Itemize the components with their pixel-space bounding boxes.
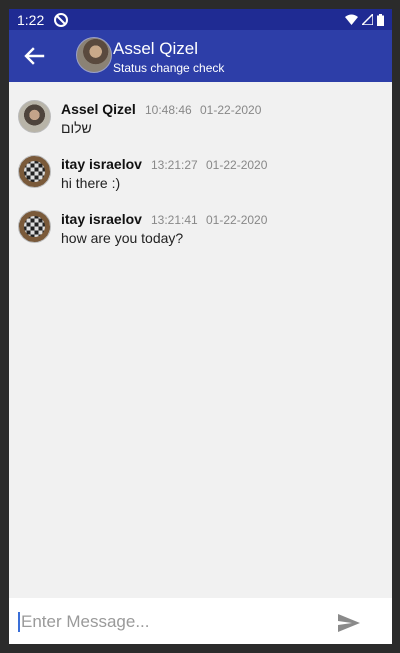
app-bar: Assel Qizel Status change check: [9, 30, 392, 82]
message-text: hi there :): [61, 175, 121, 191]
message-item: itay israelov 13:21:27 01-22-2020 hi the…: [9, 154, 392, 194]
message-item: itay israelov 13:21:41 01-22-2020 how ar…: [9, 209, 392, 249]
send-icon[interactable]: [338, 614, 360, 632]
sender-name: Assel Qizel: [61, 101, 136, 117]
status-icons: [345, 13, 384, 26]
sender-name: itay israelov: [61, 211, 142, 227]
back-arrow-icon[interactable]: [21, 44, 47, 68]
message-time: 13:21:41: [151, 213, 198, 227]
message-date: 01-22-2020: [206, 213, 268, 227]
wifi-icon: [345, 14, 358, 25]
message-item: Assel Qizel 10:48:46 01-22-2020 שלום: [9, 99, 392, 139]
message-time: 13:21:27: [151, 158, 198, 172]
sender-avatar: [18, 210, 51, 243]
phone-screen: 1:22 Assel Qizel Status change check Ass…: [9, 9, 392, 644]
message-time: 10:48:46: [145, 103, 192, 117]
message-text: שלום: [61, 120, 92, 136]
battery-icon: [377, 13, 384, 26]
contact-name[interactable]: Assel Qizel: [113, 39, 198, 59]
status-bar: 1:22: [9, 9, 392, 30]
message-composer: [9, 598, 392, 644]
contact-status: Status change check: [113, 61, 225, 75]
message-date: 01-22-2020: [206, 158, 268, 172]
message-input[interactable]: [19, 608, 323, 636]
status-time: 1:22: [17, 11, 45, 28]
sender-avatar: [18, 100, 51, 133]
contact-avatar[interactable]: [76, 37, 112, 73]
sender-avatar: [18, 155, 51, 188]
do-not-disturb-icon: [54, 12, 69, 27]
message-text: how are you today?: [61, 230, 184, 246]
signal-icon: [362, 14, 373, 25]
sender-name: itay israelov: [61, 156, 142, 172]
message-date: 01-22-2020: [200, 103, 262, 117]
